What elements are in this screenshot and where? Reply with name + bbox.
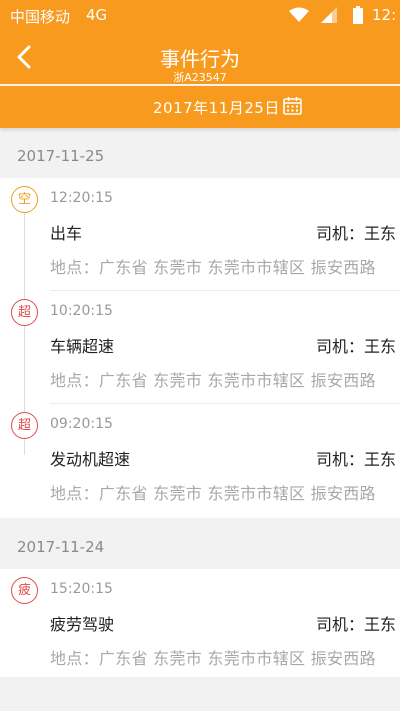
event-name: 出车 xyxy=(50,224,83,243)
event-time: 10:20:15 xyxy=(50,303,113,319)
selected-date[interactable]: 2017年11月25日 xyxy=(153,97,280,118)
wifi-icon xyxy=(289,7,309,22)
list-item[interactable]: 超 10:20:15 车辆超速 司机：王东 地点：广东省 东莞市 东莞市市辖区 … xyxy=(0,291,400,404)
driver-name: 司机：王东 xyxy=(315,450,396,469)
event-time: 12:20:15 xyxy=(50,190,113,206)
list-item[interactable]: 超 09:20:15 发动机超速 司机：王东 地点：广东省 东莞市 东莞市市辖区… xyxy=(0,404,400,517)
battery-icon xyxy=(353,6,363,24)
date-selector[interactable]: 2017年11月25日 xyxy=(0,86,400,128)
vehicle-plate: 浙A23547 xyxy=(173,71,227,84)
network-type: 4G xyxy=(86,6,108,24)
event-location: 地点：广东省 东莞市 东莞市市辖区 振安西路 xyxy=(50,649,376,668)
list-item[interactable]: 疲 15:20:15 疲劳驾驶 司机：王东 地点：广东省 东莞市 东莞市市辖区 … xyxy=(0,569,400,682)
calendar-icon[interactable] xyxy=(283,96,302,115)
event-location: 地点：广东省 东莞市 东莞市市辖区 振安西路 xyxy=(50,371,376,390)
event-location: 地点：广东省 东莞市 东莞市市辖区 振安西路 xyxy=(50,484,376,503)
event-name: 车辆超速 xyxy=(50,337,115,356)
event-location: 地点：广东省 东莞市 东莞市市辖区 振安西路 xyxy=(50,258,376,277)
event-name: 疲劳驾驶 xyxy=(50,615,115,634)
carrier-name: 中国移动 xyxy=(10,8,71,26)
event-time: 09:20:15 xyxy=(50,416,113,432)
event-type-badge: 超 xyxy=(11,299,38,326)
event-list: 疲 15:20:15 疲劳驾驶 司机：王东 地点：广东省 东莞市 东莞市市辖区 … xyxy=(0,569,400,677)
status-bar: 中国移动 4G 12: xyxy=(0,0,400,32)
event-type-badge: 超 xyxy=(11,412,38,439)
signal-icon xyxy=(321,7,337,23)
driver-name: 司机：王东 xyxy=(315,224,396,243)
event-type-badge: 疲 xyxy=(11,577,38,604)
event-list: 空 12:20:15 出车 司机：王东 地点：广东省 东莞市 东莞市市辖区 振安… xyxy=(0,178,400,518)
event-time: 15:20:15 xyxy=(50,581,113,597)
status-time: 12: xyxy=(372,6,397,24)
day-header: 2017-11-24 xyxy=(0,527,400,569)
title-bar: 事件行为 浙A23547 xyxy=(0,32,400,84)
list-item[interactable]: 空 12:20:15 出车 司机：王东 地点：广东省 东莞市 东莞市市辖区 振安… xyxy=(0,178,400,291)
driver-name: 司机：王东 xyxy=(315,337,396,356)
event-name: 发动机超速 xyxy=(50,450,131,469)
driver-name: 司机：王东 xyxy=(315,615,396,634)
day-header: 2017-11-25 xyxy=(0,136,400,178)
page-title: 事件行为 xyxy=(160,47,240,71)
event-type-badge: 空 xyxy=(11,186,38,213)
